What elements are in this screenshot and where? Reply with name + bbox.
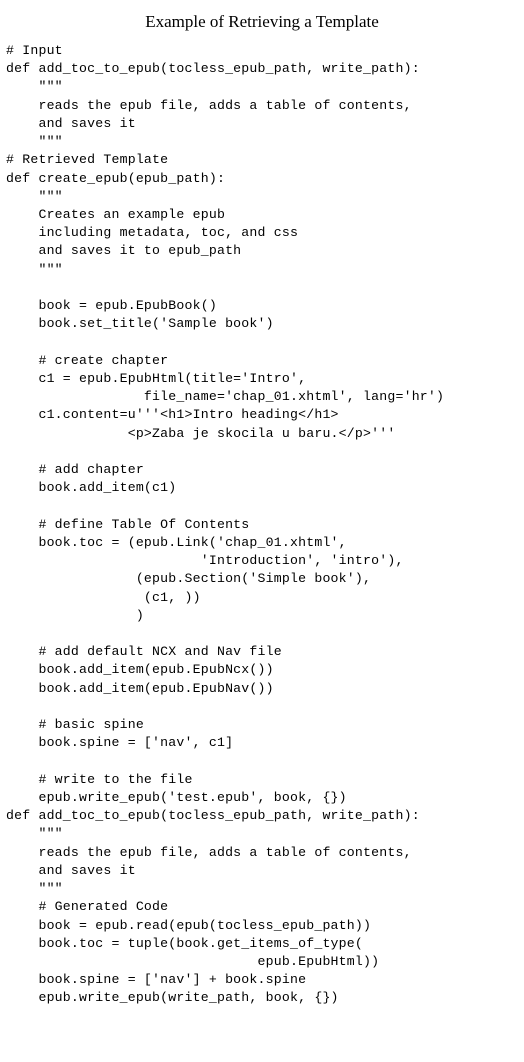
figure-title: Example of Retrieving a Template bbox=[0, 0, 524, 42]
code-listing: # Input def add_toc_to_epub(tocless_epub… bbox=[0, 42, 524, 1008]
